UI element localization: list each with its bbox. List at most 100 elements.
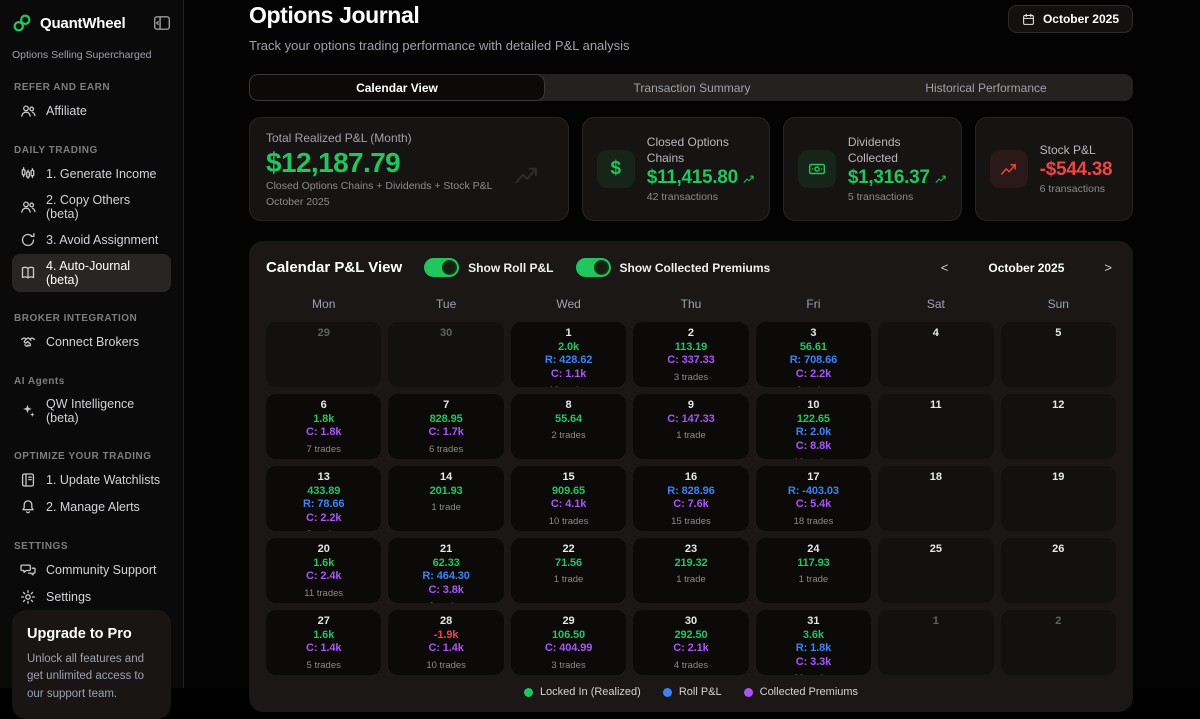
trade-count: 10 trades [511, 516, 626, 527]
prev-month-button[interactable]: < [937, 260, 953, 275]
toggle-switch[interactable] [424, 258, 459, 277]
collected-premium-value: C: 404.99 [511, 642, 626, 655]
day-number: 18 [878, 471, 993, 483]
quantwheel-logo-icon [12, 13, 32, 33]
calendar-day-29[interactable]: 29 106.50C: 404.99 3 trades [511, 610, 626, 675]
calendar-header: Calendar P&L View Show Roll P&L Show Col… [266, 258, 1116, 277]
sidebar-item-connect-brokers[interactable]: Connect Brokers [12, 329, 171, 355]
realized-pnl-value: 117.93 [756, 557, 871, 570]
collected-premium-value: C: 3.3k [756, 656, 871, 669]
calendar-day-6[interactable]: 6 1.8kC: 1.8k 7 trades [266, 394, 381, 459]
toggle-show-roll-p-l[interactable]: Show Roll P&L [424, 258, 553, 277]
sidebar-item-3-avoid-assignment[interactable]: 3. Avoid Assignment [12, 227, 171, 253]
sidebar-section-label: REFER AND EARN [12, 82, 171, 93]
calendar-day-18[interactable]: 18 [878, 466, 993, 531]
tab-label: Historical Performance [925, 81, 1046, 95]
tab-transaction-summary[interactable]: Transaction Summary [545, 74, 839, 101]
tab-calendar-view[interactable]: Calendar View [249, 74, 545, 101]
calendar-day-5[interactable]: 5 [1001, 322, 1116, 387]
trade-count: 20 trades [756, 673, 871, 675]
calendar-day-22[interactable]: 22 71.56 1 trade [511, 538, 626, 603]
current-month-label: October 2025 [988, 261, 1064, 275]
app-tagline: Options Selling Supercharged [12, 49, 171, 61]
sidebar-item-label: 4. Auto-Journal (beta) [46, 259, 163, 287]
calendar-day-28[interactable]: 28 -1.9kC: 1.4k 10 trades [388, 610, 503, 675]
calendar-day-13[interactable]: 13 433.89R: 78.66C: 2.2k 8 trades [266, 466, 381, 531]
calendar-day-14[interactable]: 14 201.93 1 trade [388, 466, 503, 531]
calendar-day-16[interactable]: 16 R: 828.96C: 7.6k 15 trades [633, 466, 748, 531]
calendar-grid: 29 30 1 2.0kR: 428.62C: 1.1k 13 trades 2… [266, 322, 1116, 675]
calendar-day-3[interactable]: 3 56.61R: 708.66C: 2.2k 6 trades [756, 322, 871, 387]
collected-premium-value: C: 1.7k [388, 426, 503, 439]
calendar-day-1[interactable]: 1 2.0kR: 428.62C: 1.1k 13 trades [511, 322, 626, 387]
calendar-day-26[interactable]: 26 [1001, 538, 1116, 603]
roll-pnl-value: R: 1.8k [756, 642, 871, 655]
day-number: 2 [1001, 615, 1116, 627]
calendar-day-30[interactable]: 30 292.50C: 2.1k 4 trades [633, 610, 748, 675]
sidebar-item-label: Affiliate [46, 104, 87, 118]
trade-count: 9 trades [388, 601, 503, 603]
calendar-day-2[interactable]: 2 113.19C: 337.33 3 trades [633, 322, 748, 387]
sidebar-section-label: SETTINGS [12, 541, 171, 552]
next-month-button[interactable]: > [1100, 260, 1116, 275]
sidebar-item-label: 2. Copy Others (beta) [46, 193, 163, 221]
calendar-day-12[interactable]: 12 [1001, 394, 1116, 459]
day-number: 5 [1001, 327, 1116, 339]
trade-count: 2 trades [511, 430, 626, 441]
calendar-day-24[interactable]: 24 117.93 1 trade [756, 538, 871, 603]
sidebar-item-4-auto-journal-beta[interactable]: 4. Auto-Journal (beta) [12, 254, 171, 292]
weekday-header: Wed [511, 297, 626, 311]
sidebar-item-2-copy-others-beta[interactable]: 2. Copy Others (beta) [12, 188, 171, 226]
calendar-day-2-adjacent[interactable]: 2 [1001, 610, 1116, 675]
sidebar-section: BROKER INTEGRATION Connect Brokers [12, 313, 171, 355]
sidebar-item-settings[interactable]: Settings [12, 584, 171, 610]
month-navigation: < October 2025 > [937, 260, 1116, 275]
calendar-day-4[interactable]: 4 [878, 322, 993, 387]
calendar-day-20[interactable]: 20 1.6kC: 2.4k 11 trades [266, 538, 381, 603]
calendar-day-1-adjacent[interactable]: 1 [878, 610, 993, 675]
sidebar-collapse-icon[interactable] [153, 14, 171, 32]
collected-premium-value: C: 1.4k [266, 642, 381, 655]
sidebar-item-2-manage-alerts[interactable]: 2. Manage Alerts [12, 494, 171, 520]
upgrade-card[interactable]: Upgrade to Pro Unlock all features and g… [12, 610, 171, 719]
upgrade-title: Upgrade to Pro [27, 626, 156, 642]
roll-pnl-value: R: -403.03 [756, 485, 871, 498]
calendar-day-8[interactable]: 8 55.64 2 trades [511, 394, 626, 459]
calendar-day-29-adjacent[interactable]: 29 [266, 322, 381, 387]
sidebar-item-community-support[interactable]: Community Support [12, 557, 171, 583]
calendar-day-19[interactable]: 19 [1001, 466, 1116, 531]
trade-count: 15 trades [633, 516, 748, 527]
realized-pnl-value: 71.56 [511, 557, 626, 570]
collected-premium-value: C: 1.8k [266, 426, 381, 439]
calendar-day-23[interactable]: 23 219.32 1 trade [633, 538, 748, 603]
trend-up-icon [935, 172, 947, 184]
calendar-day-17[interactable]: 17 R: -403.03C: 5.4k 18 trades [756, 466, 871, 531]
calendar-panel: Calendar P&L View Show Roll P&L Show Col… [249, 241, 1133, 712]
month-picker-button[interactable]: October 2025 [1008, 5, 1133, 33]
calendar-day-25[interactable]: 25 [878, 538, 993, 603]
toggle-show-collected-premiums[interactable]: Show Collected Premiums [576, 258, 771, 277]
banknote-icon [798, 150, 836, 188]
calendar-day-21[interactable]: 21 62.33R: 464.30C: 3.8k 9 trades [388, 538, 503, 603]
calendar-day-11[interactable]: 11 [878, 394, 993, 459]
sidebar-item-label: Settings [46, 590, 91, 604]
realized-pnl-value: 2.0k [511, 341, 626, 354]
toggle-label: Show Collected Premiums [620, 261, 771, 275]
calendar-day-10[interactable]: 10 122.65R: 2.0kC: 8.8k 10 trades [756, 394, 871, 459]
calendar-day-27[interactable]: 27 1.6kC: 1.4k 5 trades [266, 610, 381, 675]
main-content: Options Journal Track your options tradi… [184, 0, 1200, 688]
calendar-day-30-adjacent[interactable]: 30 [388, 322, 503, 387]
sidebar-item-1-generate-income[interactable]: 1. Generate Income [12, 161, 171, 187]
calendar-day-31[interactable]: 31 3.6kR: 1.8kC: 3.3k 20 trades [756, 610, 871, 675]
realized-pnl-value: 1.6k [266, 629, 381, 642]
calendar-day-15[interactable]: 15 909.65C: 4.1k 10 trades [511, 466, 626, 531]
trend-up-icon [743, 172, 755, 184]
toggle-switch[interactable] [576, 258, 611, 277]
tab-historical-performance[interactable]: Historical Performance [839, 74, 1133, 101]
day-number: 15 [511, 471, 626, 483]
sidebar-item-1-update-watchlists[interactable]: 1. Update Watchlists [12, 467, 171, 493]
sidebar-item-affiliate[interactable]: Affiliate [12, 98, 171, 124]
calendar-day-7[interactable]: 7 828.95C: 1.7k 6 trades [388, 394, 503, 459]
calendar-day-9[interactable]: 9 C: 147.33 1 trade [633, 394, 748, 459]
sidebar-item-qw-intelligence-beta[interactable]: QW Intelligence (beta) [12, 392, 171, 430]
